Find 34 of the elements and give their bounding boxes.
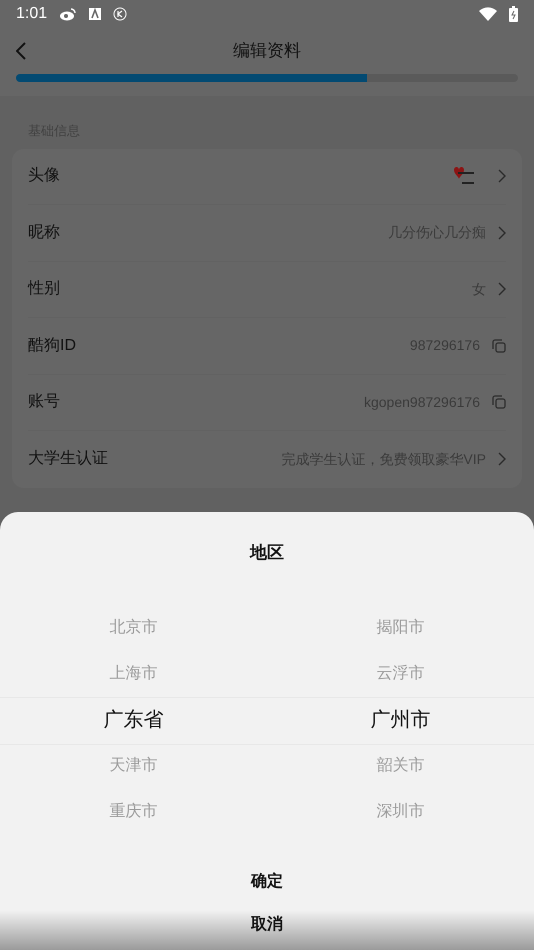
chevron-right-icon [498, 452, 506, 466]
app-icon [89, 8, 102, 20]
battery-icon [509, 6, 518, 22]
picker-option[interactable]: 韶关市 [376, 742, 424, 788]
row-label: 酷狗ID [28, 336, 77, 356]
back-icon[interactable] [16, 42, 26, 60]
chevron-right-icon [498, 226, 506, 240]
wifi-icon [479, 7, 497, 21]
circle-k-icon [113, 7, 128, 21]
copy-icon[interactable] [492, 395, 506, 410]
chevron-right-icon [498, 169, 506, 184]
picker-option[interactable]: 揭阳市 [376, 604, 424, 650]
picker-option[interactable]: 北京市 [110, 604, 158, 650]
row-label: 头像 [28, 166, 61, 186]
cancel-button[interactable]: 取消 [251, 900, 283, 950]
row-label: 昵称 [28, 222, 61, 243]
row-label: 账号 [28, 392, 61, 412]
copy-icon[interactable] [492, 338, 506, 353]
picker-option[interactable]: 云浮市 [376, 650, 424, 696]
picker-option[interactable]: 深圳市 [376, 788, 424, 834]
picker-option[interactable]: 广东省 [104, 696, 164, 742]
picker-option[interactable]: 广州市 [370, 696, 430, 742]
row-label: 性别 [28, 279, 61, 300]
info-row[interactable]: 头像 [28, 148, 506, 205]
status-time: 1:01 [16, 4, 48, 24]
row-label: 大学生认证 [28, 448, 109, 470]
weibo-icon [59, 7, 78, 21]
sheet-title: 地区 [250, 542, 284, 564]
chevron-right-icon [498, 282, 506, 296]
confirm-button[interactable]: 确定 [251, 864, 283, 900]
picker-option[interactable]: 上海市 [110, 650, 158, 696]
picker-option[interactable]: 天津市 [110, 742, 158, 788]
picker-option[interactable]: 重庆市 [110, 788, 158, 834]
page-title: 编辑资料 [233, 40, 301, 62]
